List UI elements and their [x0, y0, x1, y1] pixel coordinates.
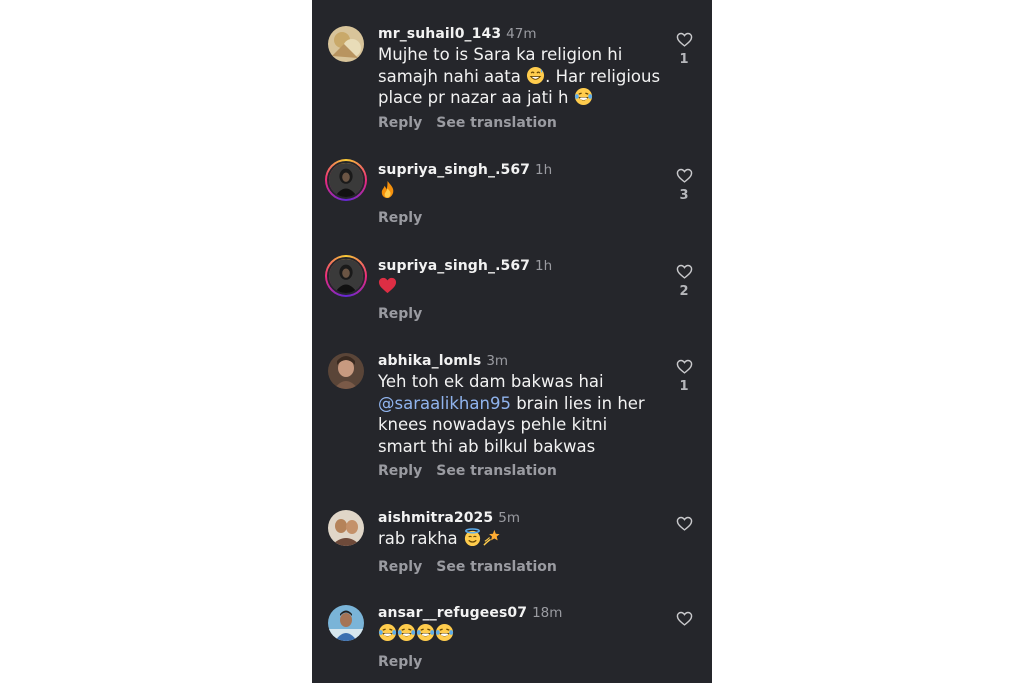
avatar[interactable]: [328, 26, 364, 62]
like-button[interactable]: [674, 516, 694, 531]
reply-button[interactable]: Reply: [378, 654, 422, 670]
dizzy-emoji: [482, 528, 501, 547]
laughing-tears-emoji: [435, 623, 454, 642]
like-count: 1: [679, 52, 689, 67]
reply-button[interactable]: Reply: [378, 306, 422, 322]
laughing-tears-emoji: [397, 623, 416, 642]
avatar[interactable]: [325, 159, 367, 201]
see-translation-button[interactable]: See translation: [436, 559, 557, 575]
avatar[interactable]: [328, 353, 364, 389]
see-translation-button[interactable]: See translation: [436, 463, 557, 479]
comment-username[interactable]: aishmitra2025: [378, 510, 493, 526]
comment-username[interactable]: supriya_singh_.567: [378, 258, 530, 274]
avatar[interactable]: [325, 255, 367, 297]
reply-button[interactable]: Reply: [378, 210, 422, 226]
comment-text: Mujhe to is Sara ka religion hi samajh n…: [378, 45, 661, 107]
comment-text: [378, 623, 668, 645]
like-button[interactable]: 2: [674, 264, 694, 299]
like-button[interactable]: 3: [674, 168, 694, 203]
heart-outline-icon: [676, 168, 692, 183]
heart-outline-icon: [676, 516, 692, 531]
halo-smile-emoji: [463, 528, 482, 547]
see-translation-button[interactable]: See translation: [436, 115, 557, 131]
comment-timestamp: 1h: [535, 162, 553, 178]
red-heart-emoji: [378, 276, 397, 295]
comment-timestamp: 47m: [506, 26, 537, 42]
like-button[interactable]: 1: [674, 359, 694, 394]
reply-button[interactable]: Reply: [378, 463, 422, 479]
comment-text: [378, 276, 668, 298]
laughing-tears-emoji: [416, 623, 435, 642]
like-button[interactable]: 1: [674, 32, 694, 67]
like-count: 1: [679, 379, 689, 394]
like-count: 2: [679, 284, 689, 299]
reply-button[interactable]: Reply: [378, 559, 422, 575]
comment-timestamp: 3m: [486, 353, 509, 369]
heart-outline-icon: [676, 32, 692, 47]
laughing-tears-emoji: [574, 87, 593, 106]
mention-link[interactable]: @saraalikhan95: [378, 394, 511, 413]
avatar[interactable]: [328, 510, 364, 546]
heart-outline-icon: [676, 359, 692, 374]
comment-username[interactable]: ansar__refugees07: [378, 605, 527, 621]
laughing-tears-emoji: [378, 623, 397, 642]
reply-button[interactable]: Reply: [378, 115, 422, 131]
comment-username[interactable]: abhika_lomls: [378, 353, 481, 369]
comment-text: Yeh toh ek dam bakwas hai @saraalikhan95 …: [378, 372, 645, 456]
grinning-sweat-emoji: [526, 66, 545, 85]
comment-username[interactable]: supriya_singh_.567: [378, 162, 530, 178]
like-button[interactable]: [674, 611, 694, 626]
avatar[interactable]: [328, 605, 364, 641]
comment-username[interactable]: mr_suhail0_143: [378, 26, 501, 42]
page-backdrop: mr_suhail0_143 47m Mujhe to is Sara ka re…: [0, 0, 1024, 683]
comment-timestamp: 5m: [498, 510, 520, 526]
comment-timestamp: 1h: [535, 258, 553, 274]
heart-outline-icon: [676, 264, 692, 279]
comments-panel[interactable]: mr_suhail0_143 47m Mujhe to is Sara ka re…: [312, 0, 712, 683]
fire-emoji: [378, 180, 397, 199]
comment-text: [378, 180, 668, 202]
heart-outline-icon: [676, 611, 692, 626]
comment-text: rab rakha: [378, 528, 668, 550]
comment-timestamp: 18m: [532, 605, 563, 621]
like-count: 3: [679, 188, 689, 203]
